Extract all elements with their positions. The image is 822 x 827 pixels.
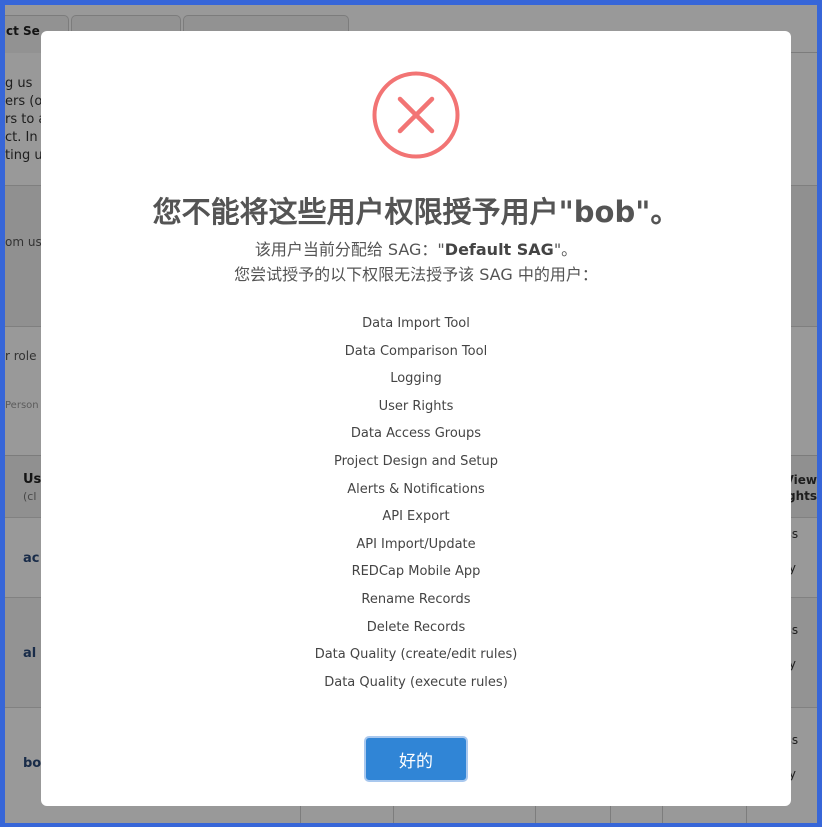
list-item: Data Access Groups xyxy=(350,426,482,442)
list-item: Delete Records xyxy=(366,619,466,635)
list-item: Alerts & Notifications xyxy=(347,481,485,497)
dialog-message-line-2: 您尝试授予的以下权限无法授予该 SAG 中的用户： xyxy=(234,265,598,284)
permission-list: Data Import Tool Data Comparison Tool Lo… xyxy=(41,310,791,696)
window-frame: ct Se g us ers (o rs to a ct. In ting u … xyxy=(5,5,817,823)
list-item: Data Quality (create/edit rules) xyxy=(314,647,518,663)
list-item: API Import/Update xyxy=(356,536,476,552)
list-item: User Rights xyxy=(378,398,454,414)
list-item: REDCap Mobile App xyxy=(351,564,481,580)
dialog-title: 您不能将这些用户权限授予用户"bob"。 xyxy=(152,195,680,229)
error-x-icon xyxy=(372,71,460,159)
list-item: Data Quality (execute rules) xyxy=(324,674,508,690)
dialog-message-line-1: 该用户当前分配给 SAG："Default SAG"。 xyxy=(254,240,578,259)
list-item: Data Import Tool xyxy=(362,316,470,331)
ok-button[interactable]: 好的 xyxy=(364,736,468,782)
list-item: Rename Records xyxy=(361,591,471,607)
error-dialog: 您不能将这些用户权限授予用户"bob"。 该用户当前分配给 SAG："Defau… xyxy=(41,31,791,806)
sag-name: Default SAG xyxy=(444,240,554,259)
list-item: Data Comparison Tool xyxy=(344,343,488,359)
list-item: Logging xyxy=(390,371,442,387)
list-item: Project Design and Setup xyxy=(333,453,499,469)
dialog-message: 该用户当前分配给 SAG："Default SAG"。 您尝试授予的以下权限无法… xyxy=(41,237,791,287)
list-item: API Export xyxy=(382,509,450,525)
